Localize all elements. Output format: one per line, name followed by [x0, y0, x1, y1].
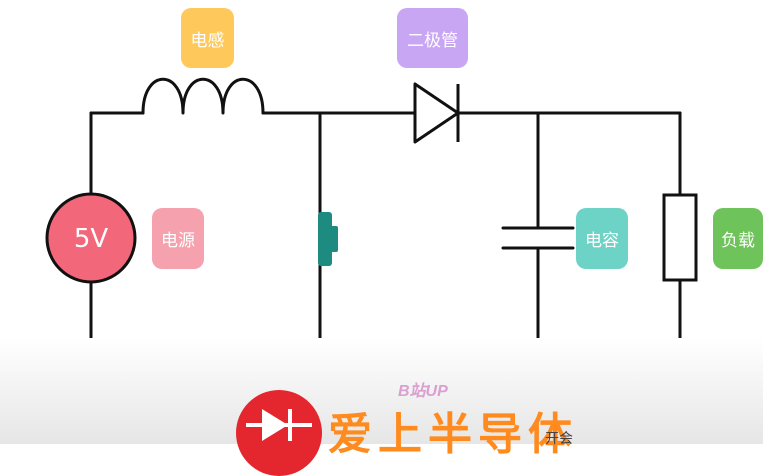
diode-tag: 二极管 — [397, 8, 468, 68]
diode-symbol — [413, 82, 460, 144]
load-resistor — [662, 193, 698, 282]
source-tag: 电源 — [152, 208, 204, 269]
capacitor-tag: 电容 — [576, 208, 628, 269]
watermark-diode-icon — [246, 409, 312, 441]
switch-component — [318, 212, 338, 266]
source-voltage-label: 5V — [74, 224, 109, 254]
watermark-platform: B站UP — [398, 383, 448, 400]
watermark-brand: 爱上半导体 — [328, 409, 578, 460]
inductor-coil — [141, 77, 265, 115]
watermark-suffix: 开会 — [545, 431, 573, 447]
inductor-tag: 电感 — [181, 8, 234, 68]
load-tag: 负载 — [713, 208, 763, 269]
